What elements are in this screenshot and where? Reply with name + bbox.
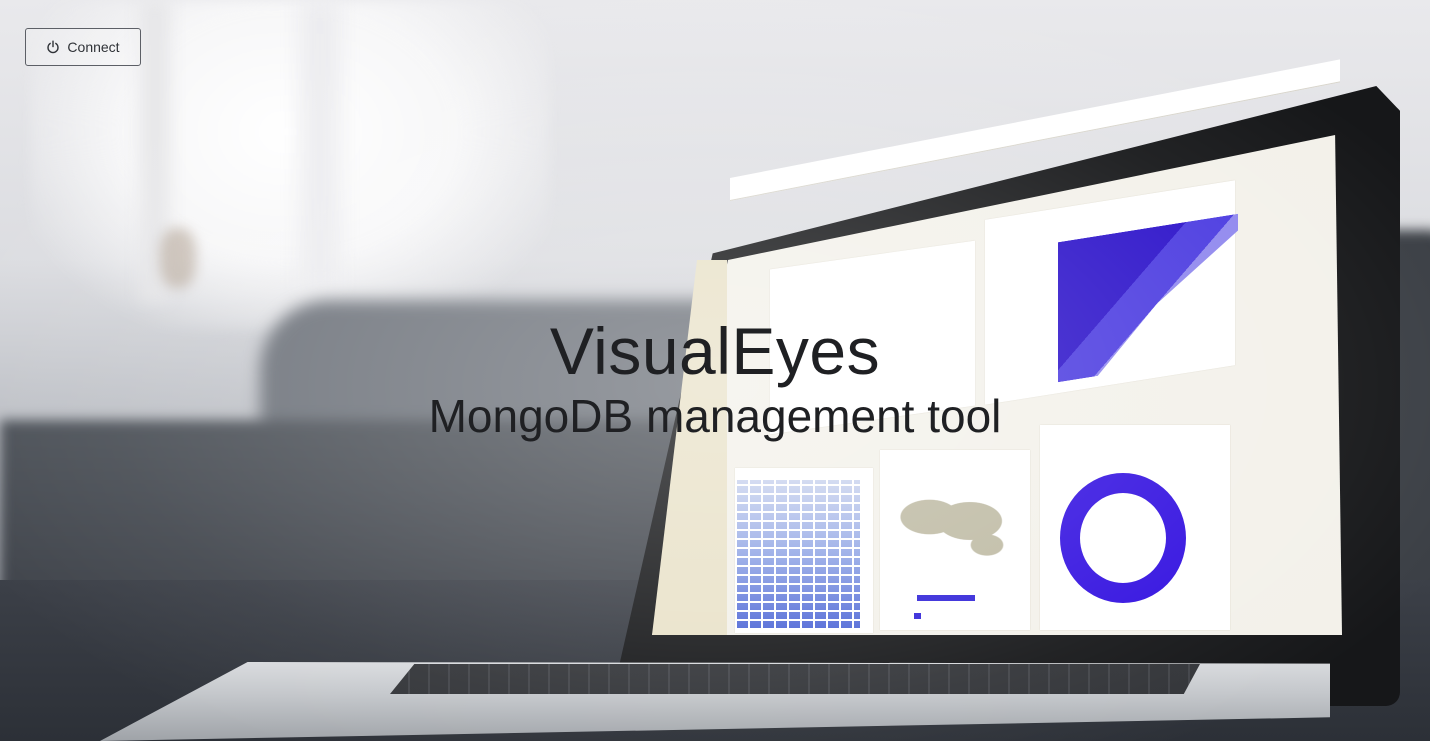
- power-icon: [46, 40, 60, 54]
- hero: VisualEyes MongoDB management tool: [0, 312, 1430, 442]
- connect-button[interactable]: Connect: [25, 28, 141, 66]
- connect-label: Connect: [67, 39, 120, 55]
- app-subtitle: MongoDB management tool: [428, 390, 1002, 442]
- app-title: VisualEyes: [549, 314, 881, 388]
